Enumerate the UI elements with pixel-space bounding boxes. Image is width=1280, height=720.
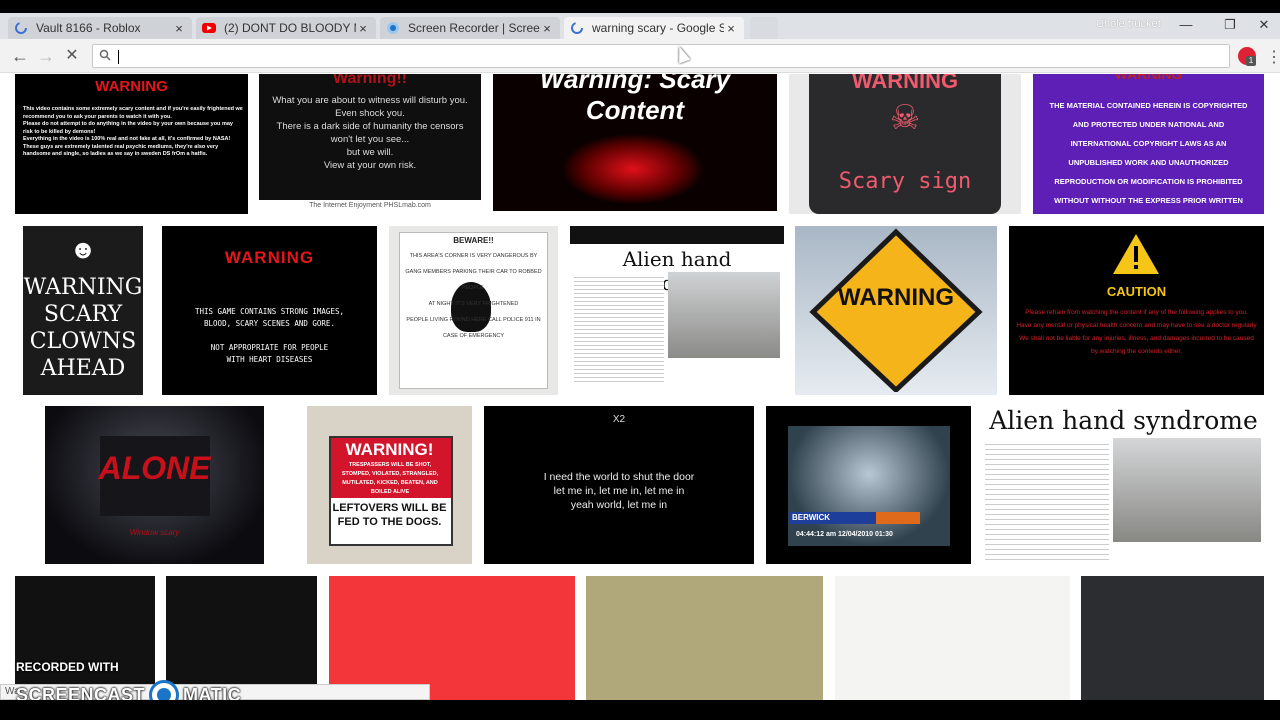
result-image-placeholder[interactable] [835,576,1070,700]
caution-triangle-icon [1113,234,1159,274]
result-image[interactable]: Warning: Scary Content [493,74,777,211]
recorded-with-label: RECORDED WITH [16,660,119,674]
image-body: Window scary [129,528,180,537]
forward-icon[interactable]: → [34,45,58,67]
image-title: WARNING [95,78,168,95]
result-image[interactable]: WARNING THIS GAME CONTAINS STRONG IMAGES… [162,226,377,395]
minimize-icon[interactable]: — [1166,14,1206,36]
image-title: Alien hand syndrome [989,406,1258,435]
image-body: Scary sign [838,169,972,194]
image-body: TRESPASSERS WILL BE SHOT, STOMPED, VIOLA… [341,462,439,495]
image-title: Warning!! [332,74,408,87]
patient-photo [668,272,780,358]
profile-name[interactable]: Chole trucket [1096,18,1161,30]
patient-photo [1113,438,1261,542]
result-image-placeholder[interactable] [329,576,575,700]
top-black-bar [0,0,1280,13]
image-body: THIS AREA'S CORNER IS VERY DANGEROUS BY … [405,253,542,339]
result-image[interactable]: Warning!! What you are about to witness … [259,74,481,214]
screencast-icon [386,21,400,35]
result-image-placeholder[interactable] [586,576,823,700]
loading-icon [570,21,584,35]
image-results: WARNING This video contains some extreme… [0,74,1280,700]
tab-screencast[interactable]: Screen Recorder | Screen × [380,17,560,39]
address-bar[interactable] [92,44,1230,68]
image-title: CAUTION [1106,284,1167,299]
image-title: X2 [612,414,626,425]
bottom-black-bar [0,700,1280,720]
extension-badge: 1 [1246,56,1256,66]
result-image-placeholder[interactable] [1081,576,1264,700]
result-image[interactable]: BERWICK 04:44:12 am 12/04/2010 01:30 [766,406,971,564]
extension-icon[interactable]: 1 [1238,47,1256,66]
result-image[interactable]: ALONE Window scary [45,406,264,564]
image-title: WARNING [224,248,315,267]
result-image[interactable]: Alien hand syndrome [983,406,1264,564]
image-body: 04:44:12 am 12/04/2010 01:30 [796,531,893,538]
creature-photo [788,426,950,546]
image-footer: LEFTOVERS WILL BE FED TO THE DOGS. [332,502,447,528]
image-title: WARNING SCARY CLOWNS AHEAD [23,275,143,381]
image-title: BEWARE!! [453,236,494,245]
image-title: WARNING! [345,440,434,459]
text-caret [118,50,119,64]
close-icon[interactable]: × [356,21,370,36]
image-body: THIS GAME CONTAINS STRONG IMAGES, BLOOD,… [194,307,344,364]
browser-window: Vault 8166 - Roblox × (2) DONT DO BLOODY… [0,0,1280,720]
youtube-icon [202,21,216,35]
image-title: WARNING [1114,74,1183,82]
image-title: ALONE [98,450,211,486]
image-title: Warning: Scary Content [539,74,731,125]
result-image[interactable]: ☻ WARNING SCARY CLOWNS AHEAD [23,226,143,395]
image-footer: The Internet Enjoyment PHSLmab.com [309,202,431,209]
close-icon[interactable]: × [724,21,738,36]
close-icon[interactable]: × [172,21,186,36]
image-body: What you are about to witness will distu… [272,95,468,171]
back-icon[interactable]: ← [8,45,32,67]
result-image[interactable]: Alien hand syndrome [570,226,784,395]
result-image[interactable]: BEWARE!! THIS AREA'S CORNER IS VERY DANG… [389,226,558,395]
result-image[interactable]: WARNING! TRESPASSERS WILL BE SHOT, STOMP… [307,406,472,564]
close-icon[interactable]: × [540,21,554,36]
search-icon [99,49,113,63]
tab-strip: Vault 8166 - Roblox × (2) DONT DO BLOODY… [0,13,1280,39]
tab-label: Screen Recorder | Screen [408,21,540,35]
image-title: BERWICK [792,513,831,522]
menu-icon[interactable]: ⋮ [1266,47,1280,67]
image-body: I need the world to shut the door let me… [543,471,695,511]
image-body: THE MATERIAL CONTAINED HEREIN IS COPYRIG… [1049,101,1248,205]
tab-youtube[interactable]: (2) DONT DO BLOODY M × [196,17,376,39]
stop-icon[interactable]: ✕ [60,45,84,67]
chrome-loading-icon [14,21,28,35]
result-image[interactable]: WARNING THE MATERIAL CONTAINED HEREIN IS… [1033,74,1264,214]
new-tab-button[interactable] [750,17,778,39]
address-input[interactable] [117,47,1217,65]
tab-roblox[interactable]: Vault 8166 - Roblox × [8,17,192,39]
image-body: This video contains some extremely scary… [23,106,243,157]
image-title: WARNING [838,284,954,311]
tab-label: (2) DONT DO BLOODY M [224,21,356,35]
tab-google-search[interactable]: warning scary - Google S × [564,17,744,39]
result-image[interactable]: WARNING This video contains some extreme… [15,74,248,214]
clown-face-icon: ☻ [69,234,97,264]
result-image[interactable]: WARNING ☠ Scary sign [789,74,1021,214]
toolbar: ← → ✕ 1 ⋮ [0,39,1280,73]
result-image[interactable]: CAUTION Please refrain from watching the… [1009,226,1264,395]
result-image[interactable]: WARNING [795,226,997,395]
image-title: WARNING [851,74,959,93]
image-body: Please refrain from watching the content… [1016,309,1257,355]
tab-label: Vault 8166 - Roblox [36,21,141,35]
window-close-icon[interactable]: ✕ [1244,14,1280,36]
tab-label: warning scary - Google S [592,21,724,35]
skull-icon: ☠ [889,99,921,137]
result-image[interactable]: X2 I need the world to shut the door let… [484,406,754,564]
